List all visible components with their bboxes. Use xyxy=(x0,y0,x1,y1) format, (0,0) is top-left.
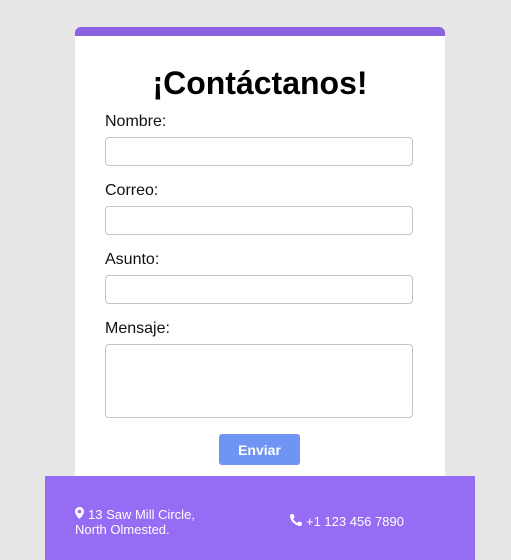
email-field[interactable] xyxy=(105,206,413,235)
submit-button[interactable]: Enviar xyxy=(219,434,300,465)
page-title: ¡Contáctanos! xyxy=(152,65,368,101)
name-label: Nombre: xyxy=(105,113,167,130)
phone-icon xyxy=(290,513,303,529)
name-field[interactable] xyxy=(105,137,413,166)
message-field[interactable] xyxy=(105,344,413,418)
card-accent-bar xyxy=(75,27,445,36)
footer-phone: +1 123 456 7890 xyxy=(290,513,404,529)
address-line-1: 13 Saw Mill Circle, xyxy=(88,507,195,522)
subject-field[interactable] xyxy=(105,275,413,304)
footer: 13 Saw Mill Circle, North Olmested. +1 1… xyxy=(45,476,475,560)
message-label: Mensaje: xyxy=(105,320,170,337)
map-marker-icon xyxy=(75,507,84,522)
subject-label: Asunto: xyxy=(105,251,160,268)
email-label: Correo: xyxy=(105,182,159,199)
footer-address: 13 Saw Mill Circle, North Olmested. xyxy=(75,507,195,537)
address-line-2: North Olmested. xyxy=(75,522,170,537)
contact-card: ¡Contáctanos! Nombre: Correo: Asunto: Me… xyxy=(75,27,445,487)
phone-number: +1 123 456 7890 xyxy=(306,514,404,529)
